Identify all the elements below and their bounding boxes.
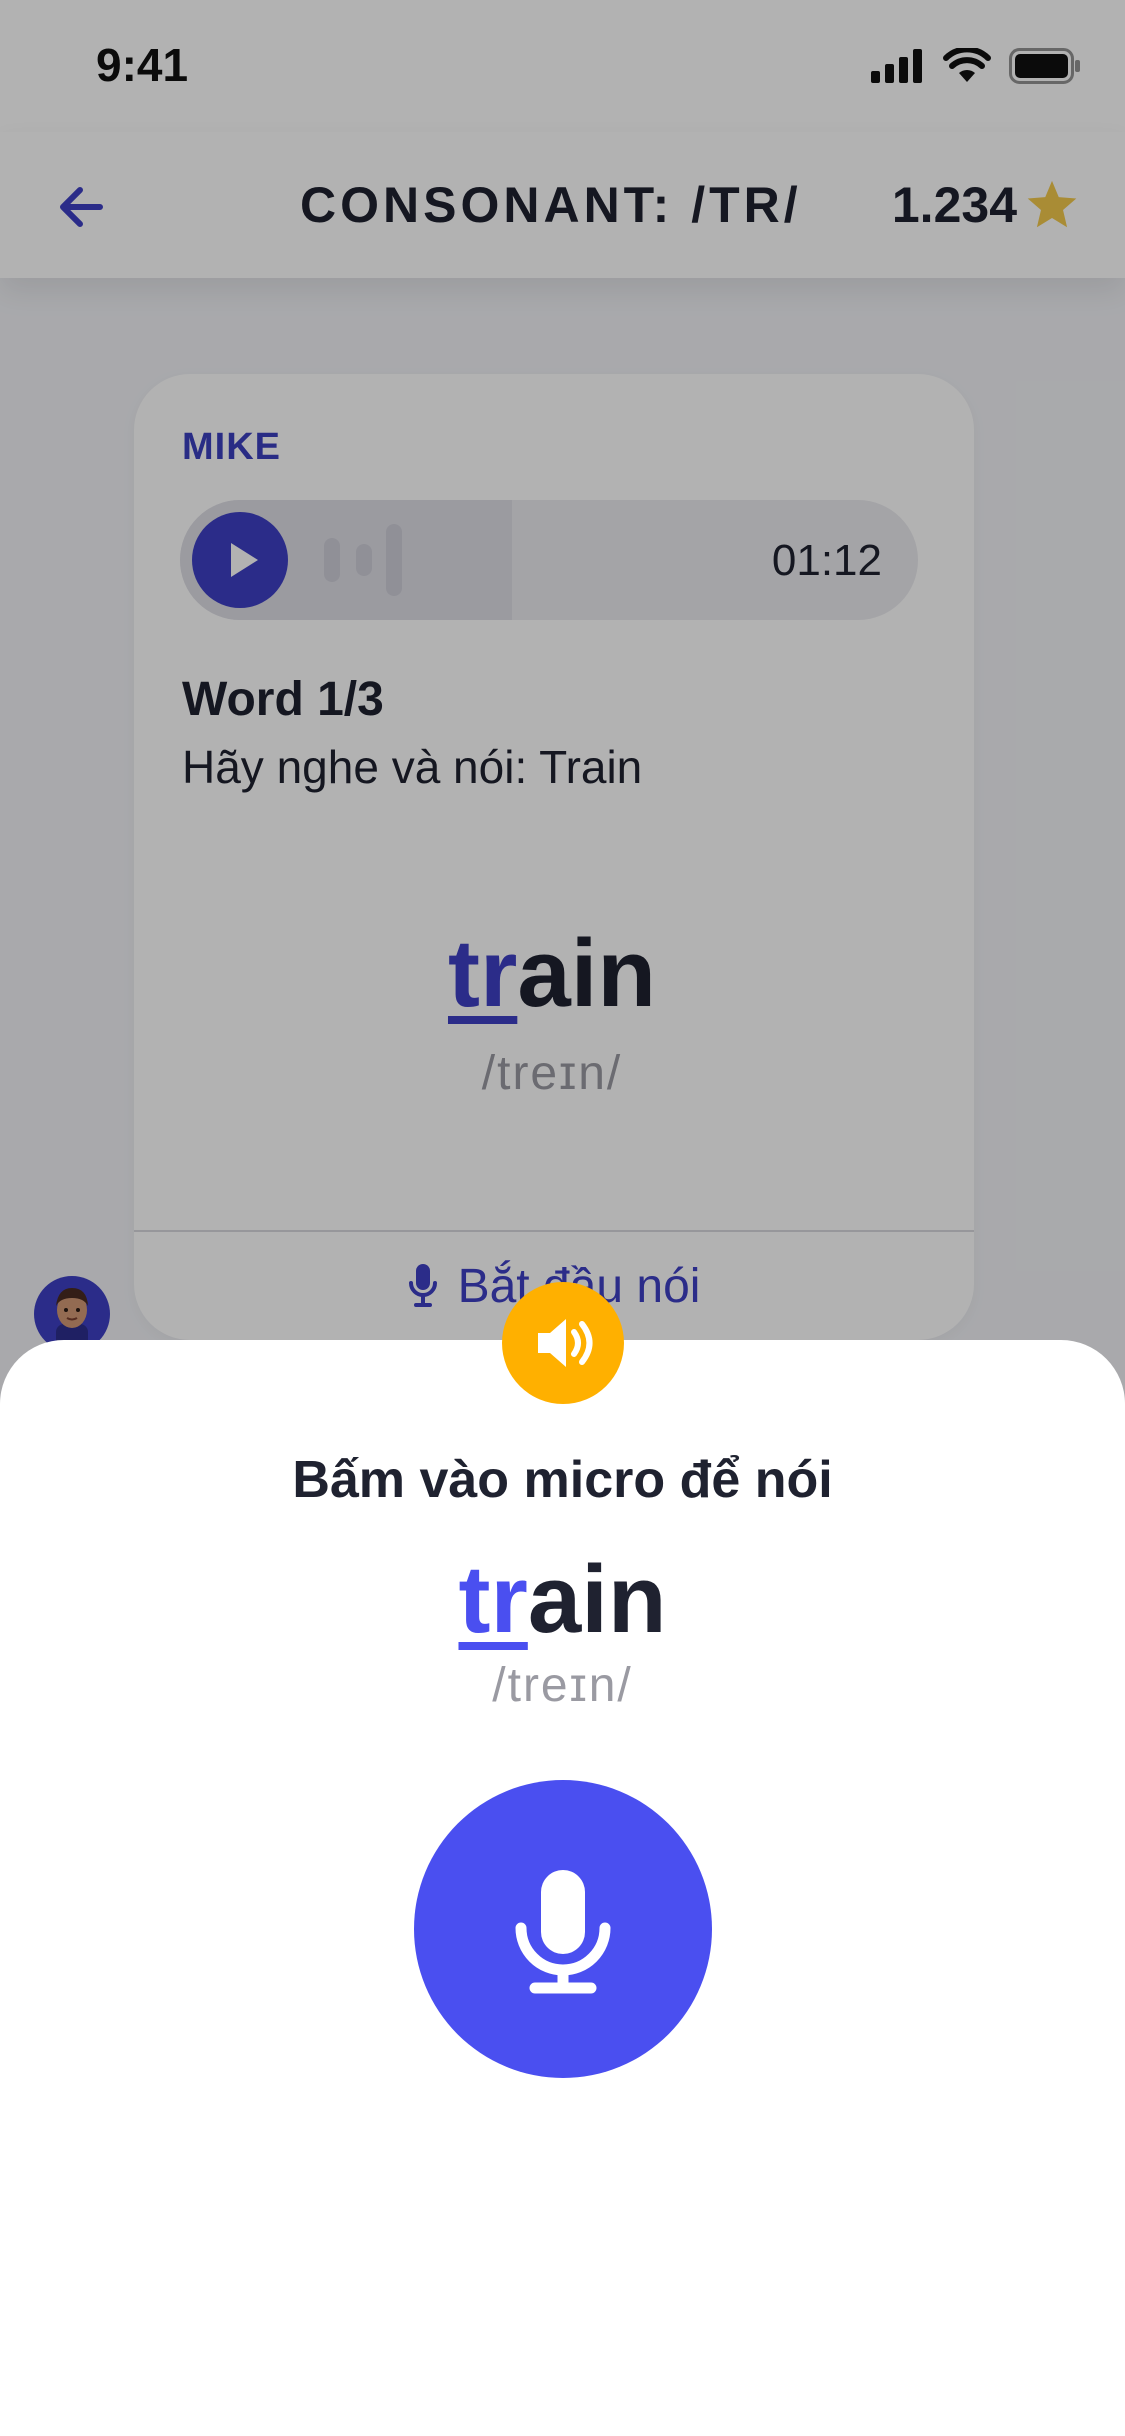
sheet-target-word: train bbox=[0, 1552, 1125, 1648]
sheet-word-ipa: /treɪn/ bbox=[492, 1659, 633, 1712]
sheet-title: Bấm vào micro để nói bbox=[292, 1451, 833, 1509]
microphone-icon bbox=[515, 1870, 611, 1994]
microphone-button[interactable] bbox=[414, 1780, 712, 2078]
speaker-icon bbox=[538, 1319, 593, 1367]
app-screen: 9:41 CONSONANT: /TR/ 1.234 MIKE 01:12 Wo… bbox=[0, 0, 1125, 2436]
sheet-word-rest: ain bbox=[527, 1546, 667, 1653]
speaking-sheet: Bấm vào micro để nói train /treɪn/ bbox=[0, 1340, 1125, 2436]
speaker-button[interactable] bbox=[502, 1282, 624, 1404]
sheet-word-highlight: tr bbox=[458, 1546, 528, 1653]
